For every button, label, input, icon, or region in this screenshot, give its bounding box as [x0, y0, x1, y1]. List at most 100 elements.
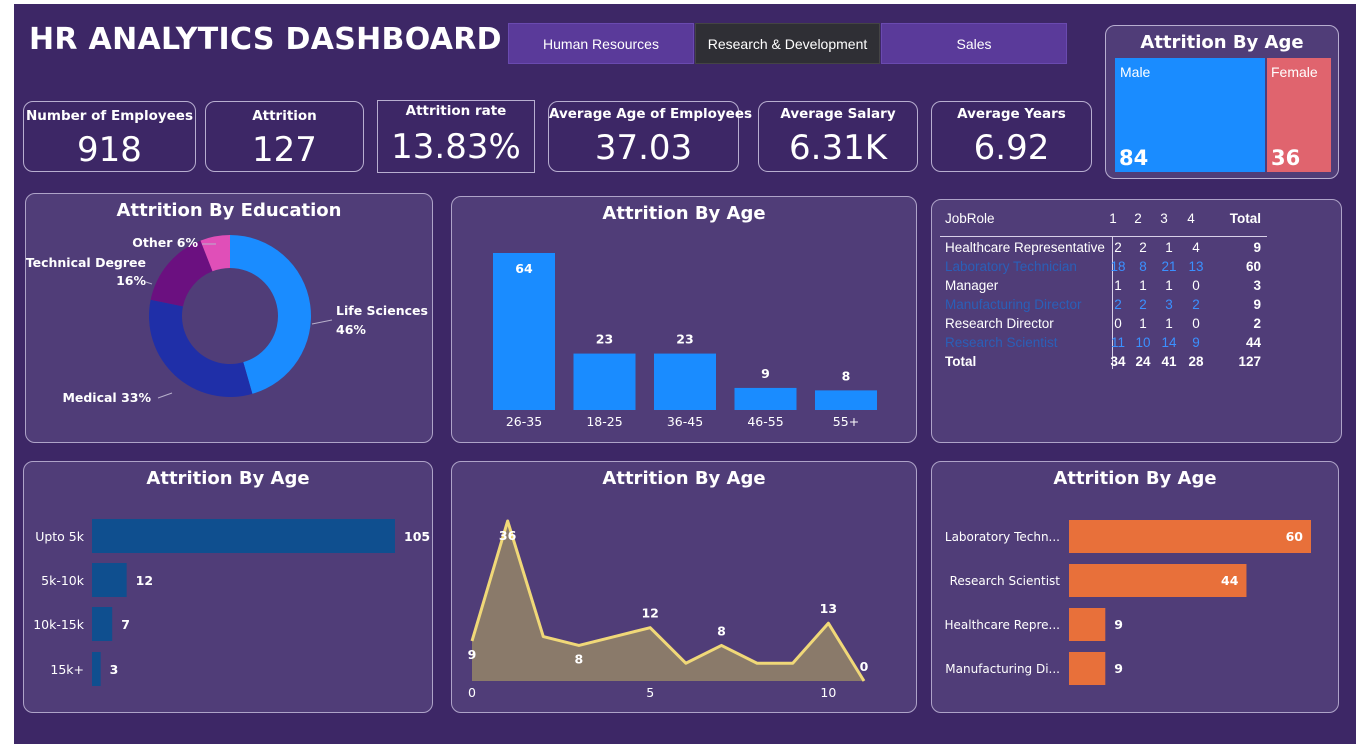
point-value-label: 0: [860, 659, 869, 674]
x-tick-label: 5: [646, 685, 654, 700]
years-area-chart: 9 36 8 12 8 13 0 0 5 10: [468, 519, 869, 700]
x-tick-label: 0: [468, 685, 476, 700]
leader-line: [145, 281, 153, 285]
bar-value-label: 23: [596, 332, 613, 347]
column-header: 4: [1187, 211, 1195, 226]
salary-panel: Attrition By Age Upto 5k 105 5k-10k 12 10k-1…: [23, 461, 433, 713]
kpi-card-attrition: Attrition 127: [205, 101, 364, 172]
x-tick-label: 46-55: [747, 414, 783, 429]
value-cell: 1: [1139, 316, 1147, 331]
salary-bar-chart: Upto 5k 105 5k-10k 12 10k-15k 7 15k+ 3: [33, 519, 430, 686]
value-cell: 14: [1161, 335, 1177, 350]
tab-research-development[interactable]: Research & Development: [695, 23, 880, 64]
donut-label: Medical 33%: [62, 390, 151, 405]
tab-human-resources[interactable]: Human Resources: [508, 23, 694, 64]
salary-bar: [92, 563, 127, 597]
value-cell: 2: [1114, 297, 1122, 312]
y-tick-label: Healthcare Repre...: [944, 618, 1060, 632]
bar-value-label: 8: [842, 368, 851, 383]
bar-value-label: 44: [1221, 573, 1239, 588]
jobrole-cell: Research Scientist: [945, 335, 1058, 350]
kpi-label: Attrition: [252, 108, 317, 124]
value-cell: 1: [1139, 278, 1147, 293]
jobrole-cell: Healthcare Representative: [945, 240, 1105, 255]
grand-total-cell: 127: [1238, 354, 1261, 369]
value-cell: 11: [1110, 335, 1125, 350]
years-panel: Attrition By Age 9 36 8 12 8 13 0 0 5 10: [451, 461, 917, 713]
bar-value-label: 64: [515, 261, 533, 276]
age-bar: [734, 387, 797, 410]
education-panel: Attrition By Education Life Sciences 46% M…: [25, 193, 433, 443]
kpi-card-average-age: Average Age of Employees 37.03: [548, 101, 752, 172]
treemap-female-label: Female: [1271, 64, 1318, 80]
value-cell: 1: [1165, 278, 1173, 293]
total-value-cell: 24: [1135, 354, 1151, 369]
leader-line: [157, 392, 173, 399]
kpi-label: Average Salary: [780, 106, 896, 122]
column-header: 3: [1160, 211, 1168, 226]
kpi-card-attrition-rate: Attrition rate 13.83%: [377, 100, 535, 173]
y-tick-label: 10k-15k: [33, 617, 85, 632]
value-cell: 8: [1139, 259, 1147, 274]
value-cell: 3: [1165, 297, 1173, 312]
bar-value-label: 60: [1286, 529, 1304, 544]
salary-bar: [92, 652, 101, 686]
value-cell: 0: [1192, 278, 1200, 293]
value-cell: 1: [1165, 316, 1173, 331]
dashboard-title: HR ANALYTICS DASHBOARD: [29, 22, 502, 57]
value-cell: 21: [1161, 259, 1177, 274]
point-value-label: 8: [575, 651, 584, 666]
jobrole-bar: [1069, 520, 1311, 553]
age-bar-panel: Attrition By Age 64 26-35 23 18-25 23 36-45 9 4…: [451, 196, 917, 443]
kpi-value: 37.03: [594, 128, 693, 168]
kpi-value: 6.92: [973, 128, 1050, 168]
column-header: JobRole: [945, 211, 995, 226]
kpi-card-average-salary: Average Salary 6.31K: [758, 101, 918, 172]
donut-label: Technical Degree: [26, 255, 146, 270]
bar-value-label: 12: [136, 573, 153, 588]
y-tick-label: Laboratory Techn...: [945, 530, 1060, 544]
kpi-value: 13.83%: [391, 127, 521, 167]
value-cell: 10: [1135, 335, 1151, 350]
kpi-value: 918: [77, 130, 142, 170]
total-label: Total: [945, 354, 977, 369]
y-tick-label: Research Scientist: [950, 574, 1061, 588]
point-value-label: 8: [717, 623, 726, 638]
jobrole-bar: [1069, 652, 1106, 685]
value-cell: 0: [1192, 316, 1200, 331]
y-tick-label: 15k+: [50, 662, 84, 677]
x-tick-label: 26-35: [506, 414, 542, 429]
age-bar: [815, 390, 877, 410]
age-bar: [654, 353, 716, 410]
jobrole-panel: Attrition By Age Laboratory Techn... 60 Re…: [931, 461, 1339, 713]
total-cell: 2: [1253, 316, 1261, 331]
tab-sales[interactable]: Sales: [881, 23, 1067, 64]
jobrole-cell: Manufacturing Director: [945, 297, 1082, 312]
column-header: 1: [1109, 211, 1117, 226]
point-value-label: 13: [820, 601, 837, 616]
total-value-cell: 34: [1110, 354, 1126, 369]
treemap-male-label: Male: [1120, 64, 1151, 80]
age-bar: [573, 353, 636, 410]
total-value-cell: 41: [1161, 354, 1177, 369]
jobrole-bar: [1069, 608, 1106, 641]
total-cell: 60: [1245, 259, 1261, 274]
value-cell: 2: [1114, 240, 1122, 255]
bar-value-label: 23: [676, 332, 693, 347]
x-tick-label: 55+: [833, 414, 859, 429]
total-value-cell: 28: [1188, 354, 1204, 369]
point-value-label: 36: [499, 528, 517, 543]
value-cell: 1: [1165, 240, 1173, 255]
salary-bar: [92, 607, 113, 641]
column-header: Total: [1229, 211, 1261, 226]
x-tick-label: 10: [820, 685, 836, 700]
education-donut-chart: Life Sciences 46% Medical 33% Technical Deg…: [26, 235, 428, 405]
bar-value-label: 105: [404, 529, 430, 544]
donut-label: 46%: [336, 322, 366, 337]
treemap-female-value: 36: [1271, 146, 1301, 170]
value-cell: 1: [1114, 278, 1122, 293]
value-cell: 13: [1188, 259, 1204, 274]
donut-slice: [150, 240, 213, 307]
jobrole-cell: Laboratory Technician: [945, 259, 1077, 274]
total-cell: 44: [1245, 335, 1261, 350]
